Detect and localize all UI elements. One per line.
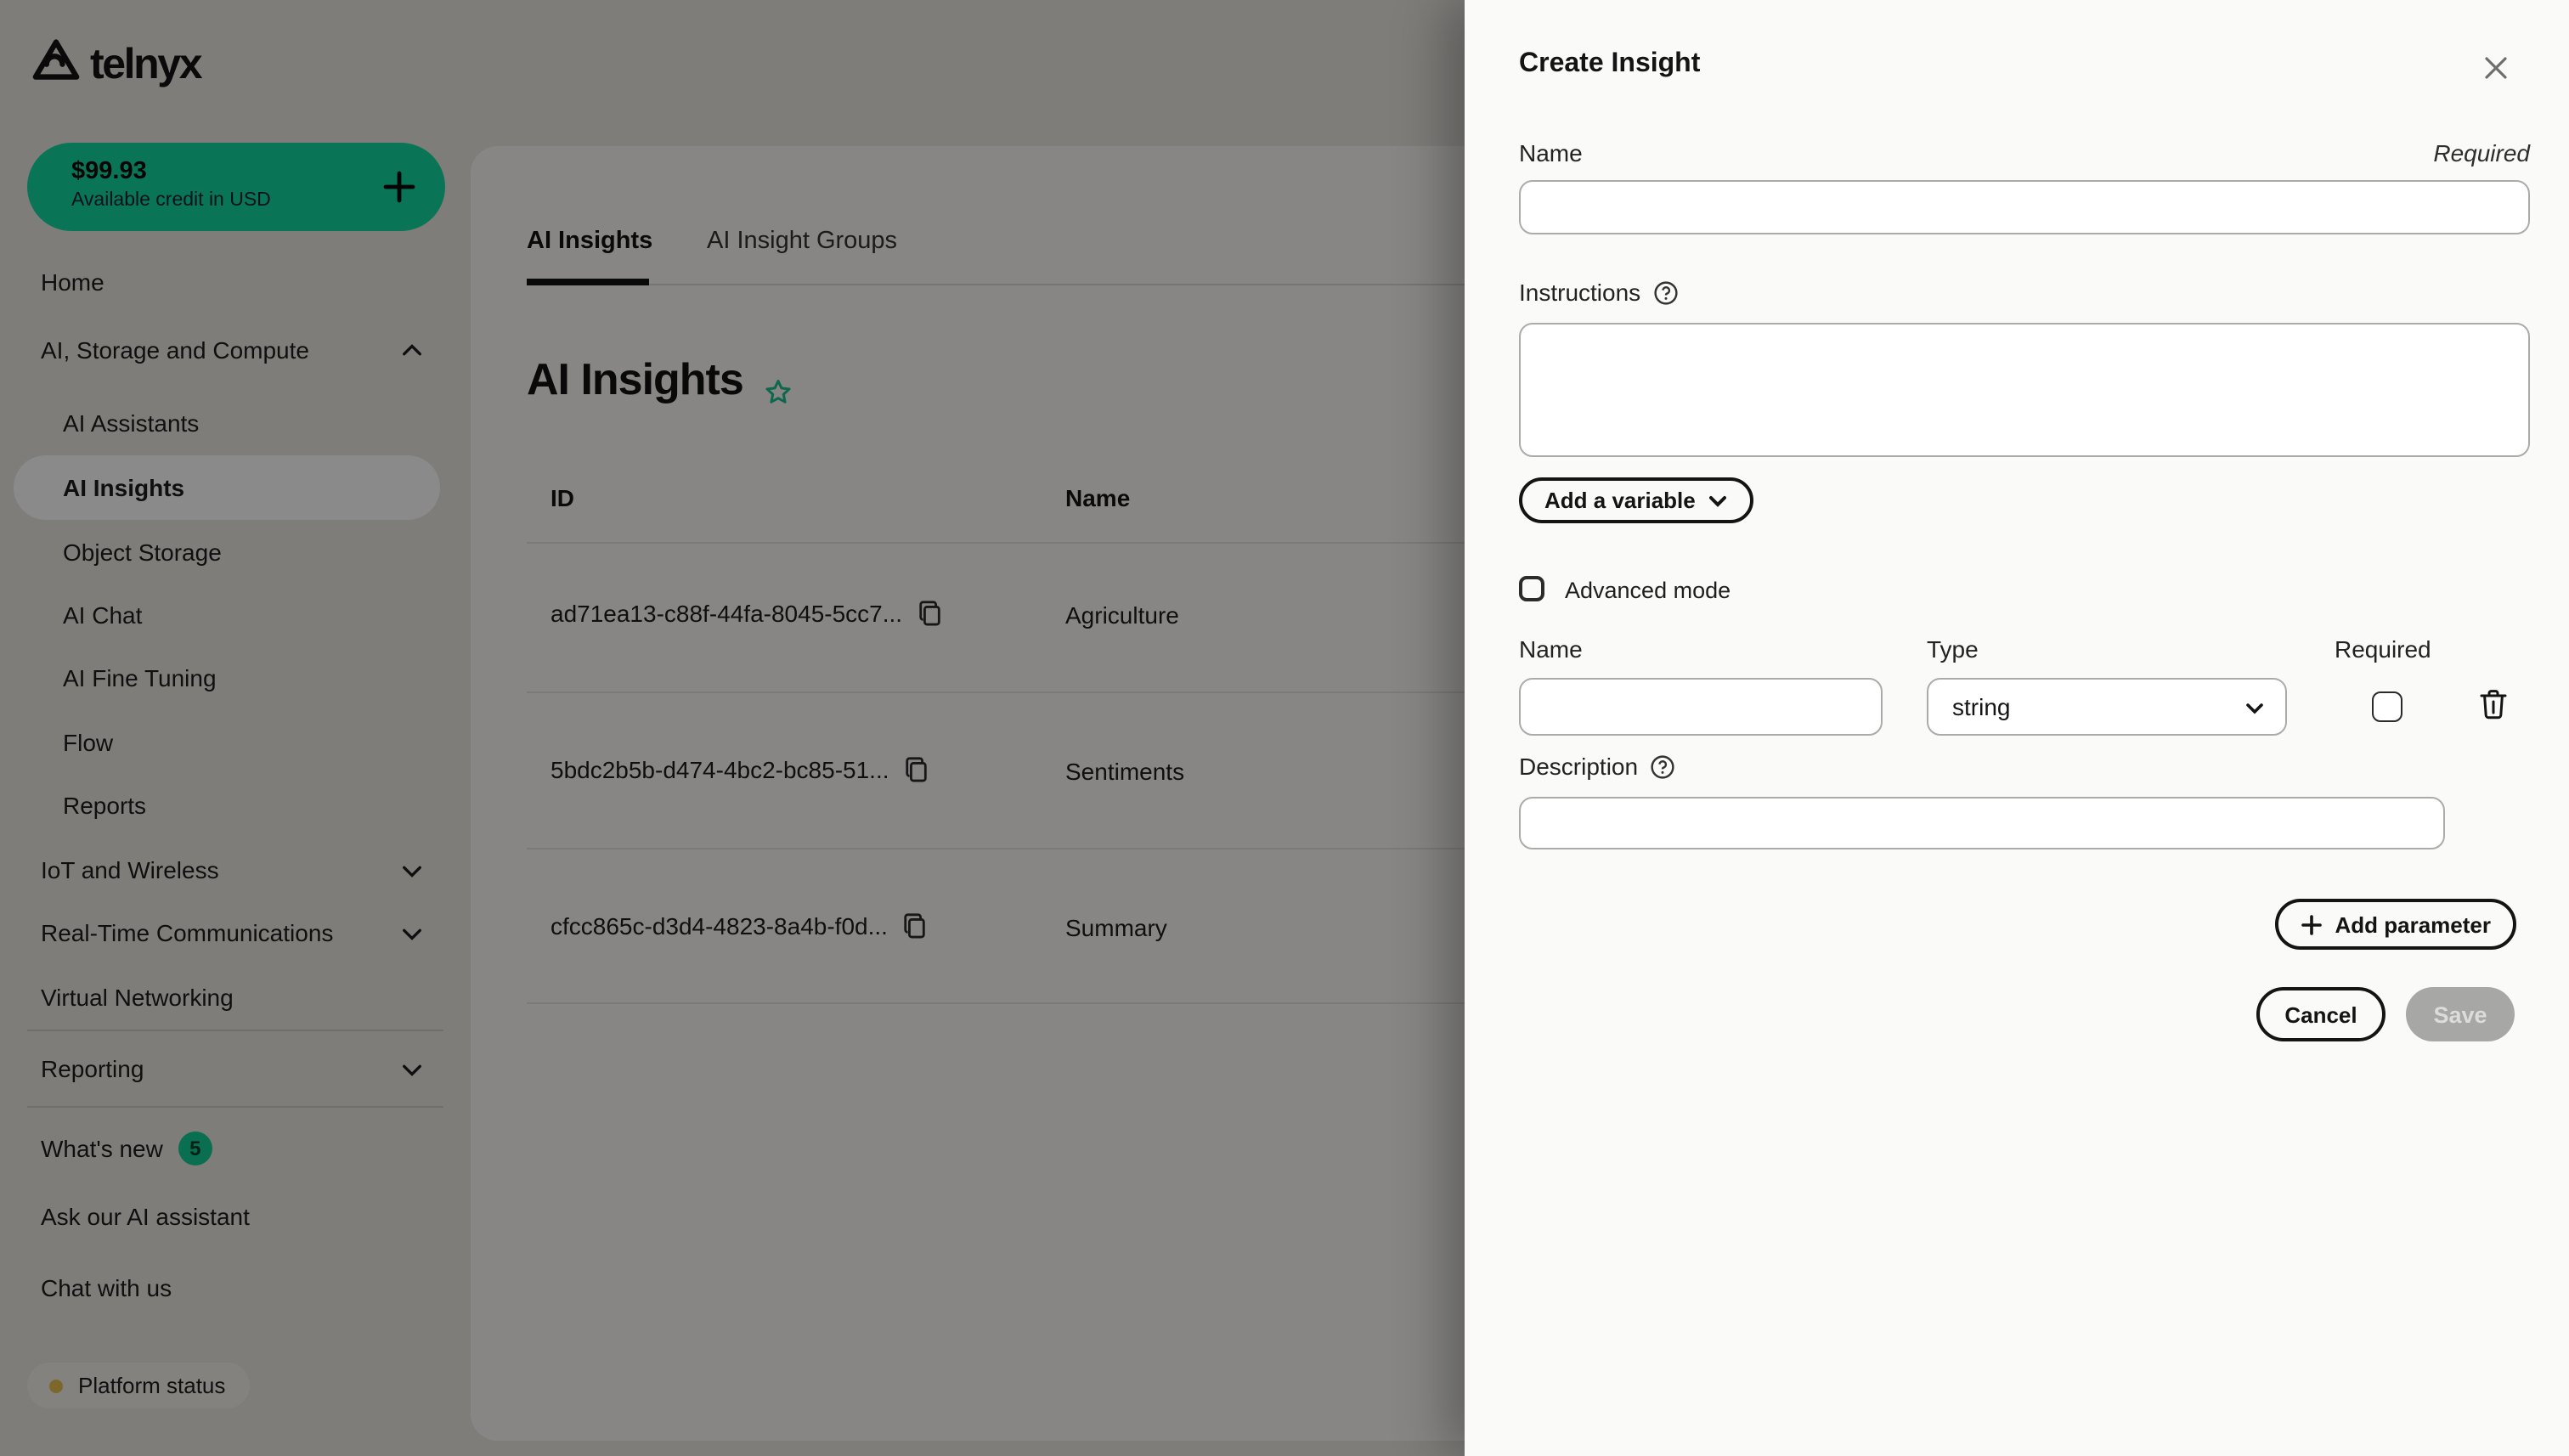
- param-type-select[interactable]: string: [1927, 678, 2287, 736]
- param-description-input[interactable]: [1519, 797, 2445, 849]
- instructions-textarea[interactable]: [1519, 323, 2530, 457]
- param-type-label: Type: [1927, 635, 1979, 663]
- plus-icon: [2301, 913, 2323, 935]
- advanced-mode-label: Advanced mode: [1565, 578, 1731, 603]
- instructions-label: Instructions: [1519, 279, 1678, 306]
- drawer-title: Create Insight: [1519, 49, 1700, 80]
- close-icon[interactable]: [2472, 44, 2520, 92]
- trash-icon[interactable]: [2479, 688, 2508, 720]
- param-required-checkbox[interactable]: [2372, 691, 2402, 722]
- param-name-label: Name: [1519, 635, 1583, 663]
- create-insight-drawer: Create Insight Name Required Instruction…: [1465, 0, 2569, 1456]
- add-parameter-button[interactable]: Add parameter: [2276, 899, 2517, 950]
- cancel-button[interactable]: Cancel: [2256, 987, 2386, 1041]
- add-variable-button[interactable]: Add a variable: [1519, 477, 1753, 523]
- save-button[interactable]: Save: [2406, 987, 2515, 1041]
- help-icon[interactable]: [1650, 753, 1675, 779]
- param-required-label: Required: [2335, 635, 2431, 663]
- required-hint: Required: [2433, 139, 2530, 166]
- help-icon[interactable]: [1652, 279, 1678, 305]
- chevron-down-icon: [1708, 490, 1728, 511]
- insight-name-input[interactable]: [1519, 180, 2530, 234]
- viewport: telnyx $99.93 Available credit in USD Ho…: [0, 0, 2569, 1456]
- param-name-input[interactable]: [1519, 678, 1883, 736]
- advanced-mode-checkbox[interactable]: [1519, 576, 1544, 601]
- name-label: Name: [1519, 139, 1583, 166]
- chevron-down-icon: [2244, 697, 2265, 717]
- param-type-value: string: [1952, 693, 2010, 720]
- app-root: telnyx $99.93 Available credit in USD Ho…: [0, 0, 2569, 1456]
- description-label: Description: [1519, 753, 1675, 780]
